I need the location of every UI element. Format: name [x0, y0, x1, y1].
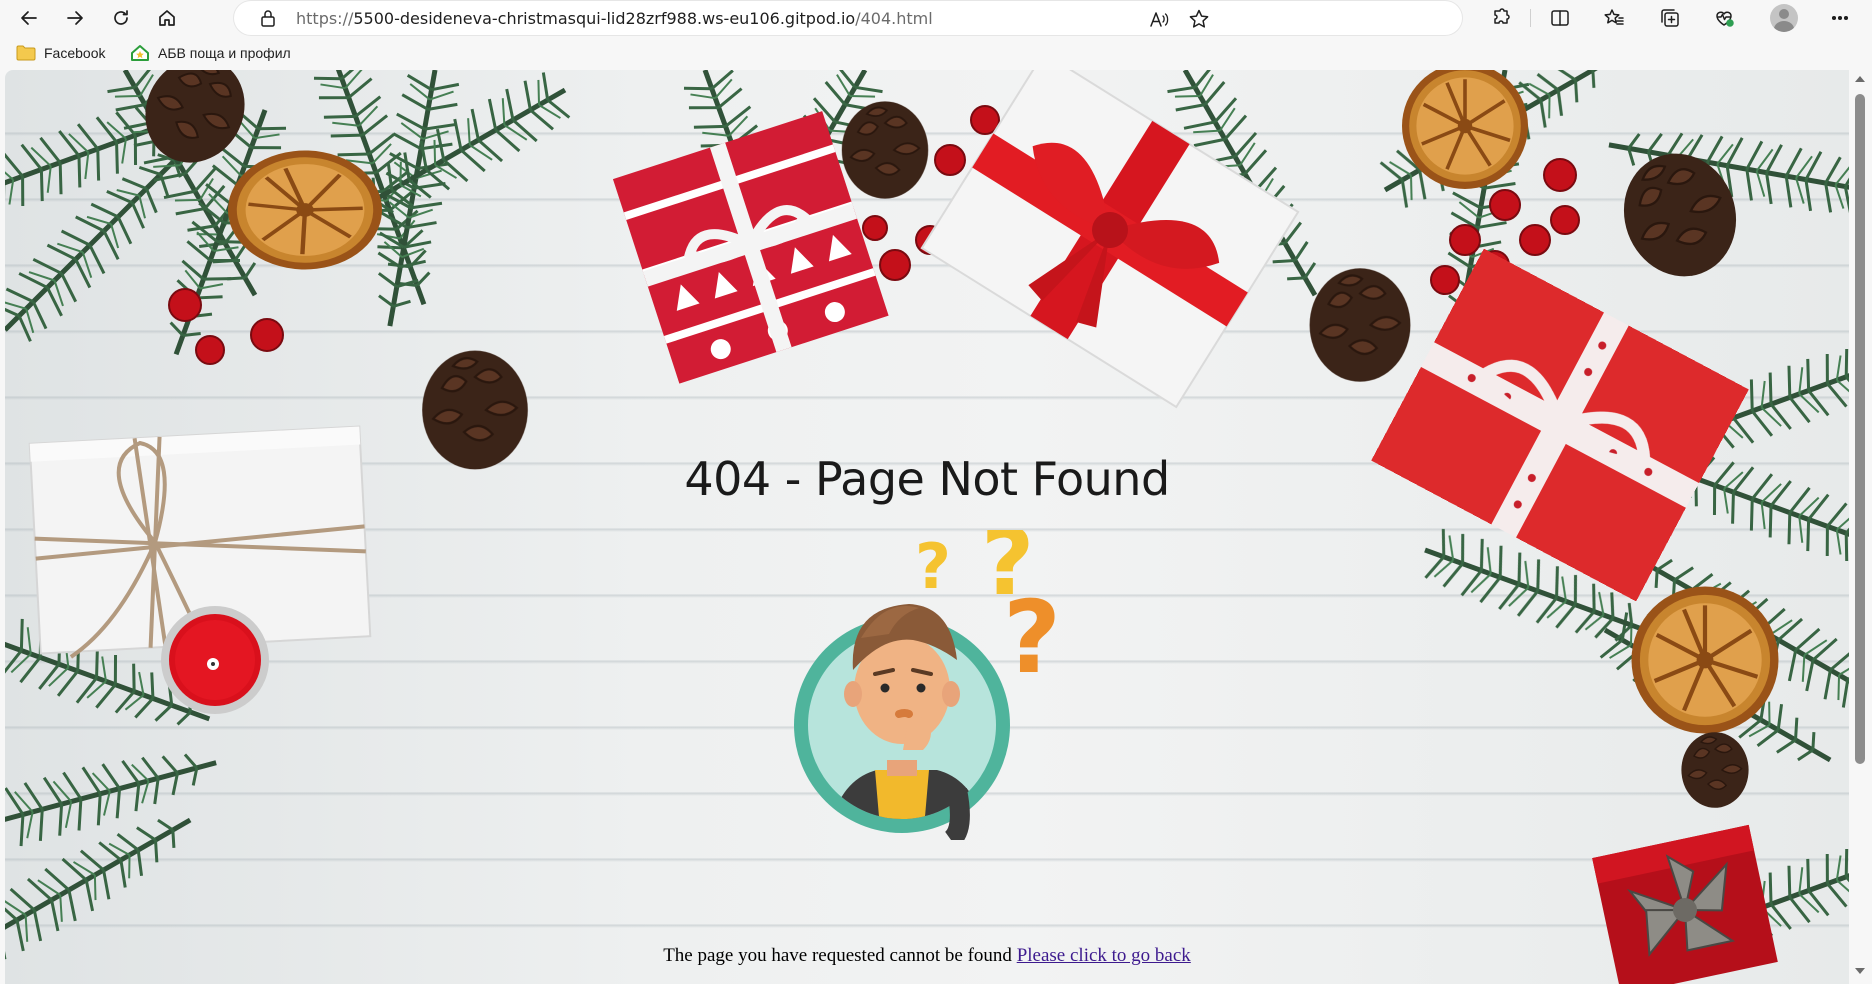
refresh-icon[interactable]	[106, 4, 136, 32]
url-text[interactable]: https://5500-desideneva-christmasqui-lid…	[296, 9, 933, 28]
back-arrow-icon[interactable]	[14, 4, 44, 32]
more-icon[interactable]	[1828, 6, 1852, 30]
split-screen-icon[interactable]	[1548, 6, 1572, 30]
heart-pulse-icon[interactable]	[1712, 6, 1736, 30]
confused-man-illustration: ? ? ?	[794, 530, 1061, 840]
toolbar-divider	[1530, 9, 1531, 27]
go-back-link[interactable]: Please click to go back	[1017, 945, 1191, 966]
forward-arrow-icon[interactable]	[60, 4, 90, 32]
star-icon[interactable]	[1188, 8, 1210, 30]
bookmark-facebook[interactable]: Facebook	[16, 42, 105, 64]
bookmark-label: АБВ поща и профил	[158, 45, 291, 61]
bookmark-abv[interactable]: АБВ поща и профил	[130, 42, 291, 64]
christmas-decorations	[5, 70, 1849, 984]
abv-house-icon	[131, 45, 149, 61]
avatar[interactable]	[1770, 4, 1798, 32]
puzzle-icon[interactable]	[1488, 6, 1512, 30]
page-viewport: 404 - Page Not Found ? ? ? The page you …	[5, 70, 1849, 984]
message-text: The page you have requested cannot be fo…	[663, 945, 1012, 966]
collections-icon[interactable]	[1658, 6, 1682, 30]
vertical-scrollbar[interactable]	[1849, 70, 1872, 984]
bookmark-label: Facebook	[44, 45, 106, 61]
scroll-up-icon[interactable]	[1855, 76, 1865, 82]
read-aloud-icon[interactable]	[1148, 8, 1170, 30]
scroll-down-icon[interactable]	[1855, 968, 1865, 974]
browser-toolbar: https://5500-desideneva-christmasqui-lid…	[0, 0, 1872, 36]
question-mark-icon: ?	[1003, 579, 1061, 696]
folder-icon	[16, 45, 36, 61]
scrollbar-thumb[interactable]	[1855, 94, 1865, 764]
question-mark-icon: ?	[915, 530, 951, 603]
favorites-icon[interactable]	[1602, 6, 1626, 30]
address-bar[interactable]: https://5500-desideneva-christmasqui-lid…	[234, 1, 1462, 35]
home-icon[interactable]	[152, 4, 182, 32]
page-title: 404 - Page Not Found	[684, 452, 1170, 506]
bookmarks-bar: Facebook АБВ поща и профил	[0, 36, 1872, 70]
not-found-message: The page you have requested cannot be fo…	[5, 945, 1849, 967]
site-info-icon[interactable]	[258, 8, 278, 28]
